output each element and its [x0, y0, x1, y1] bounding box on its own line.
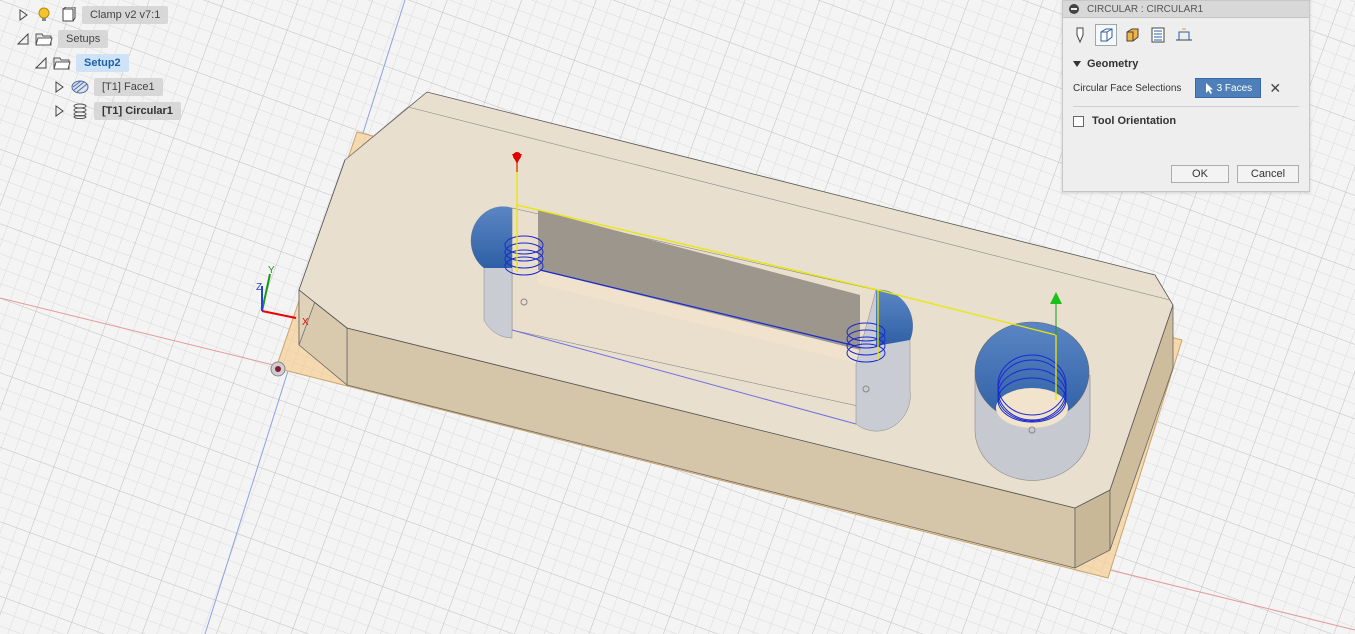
tree-row-setups[interactable]: Setups — [16, 28, 109, 50]
component-icon — [58, 6, 78, 24]
tree-row-circular1[interactable]: [T1] Circular1 — [52, 100, 181, 122]
dialog-button-row: OK Cancel — [1063, 165, 1309, 183]
lightbulb-icon[interactable] — [34, 6, 54, 24]
cancel-button[interactable]: Cancel — [1237, 165, 1299, 183]
passes-tab[interactable] — [1147, 24, 1169, 46]
linking-tab[interactable] — [1173, 24, 1195, 46]
heights-tab[interactable] — [1121, 24, 1143, 46]
tool-icon — [1076, 27, 1084, 43]
tree-label-setup2: Setup2 — [76, 54, 129, 72]
triad-y-label: Y — [268, 265, 275, 276]
expand-arrow-icon[interactable] — [16, 8, 30, 22]
triad-z-label: Z — [256, 282, 262, 293]
circular-operation-icon — [70, 102, 90, 120]
face-selection-button[interactable]: 3 Faces — [1195, 78, 1262, 98]
geometry-section-title: Geometry — [1087, 58, 1139, 70]
geometry-section-header[interactable]: Geometry — [1073, 58, 1309, 70]
dialog-title: CIRCULAR : CIRCULAR1 — [1087, 3, 1204, 15]
origin-point-icon[interactable] — [270, 361, 286, 377]
tree-label-setups: Setups — [58, 30, 109, 48]
tree-row-setup2[interactable]: Setup2 — [34, 52, 129, 74]
tree-row-face1[interactable]: [T1] Face1 — [52, 76, 163, 98]
circular-operation-dialog: CIRCULAR : CIRCULAR1 Geometry Circular F… — [1062, 0, 1310, 192]
ok-button[interactable]: OK — [1171, 165, 1229, 183]
circular-face-selection-row: Circular Face Selections 3 Faces ✕ — [1073, 78, 1309, 98]
tool-tab[interactable] — [1069, 24, 1091, 46]
collapse-dialog-icon[interactable] — [1069, 4, 1079, 14]
geometry-icon — [1100, 28, 1113, 42]
expand-arrow-icon[interactable] — [52, 80, 66, 94]
face-selection-value: 3 Faces — [1216, 82, 1253, 94]
heights-icon — [1126, 28, 1139, 42]
tree-label-circular1: [T1] Circular1 — [94, 102, 181, 120]
folder-open-icon — [34, 30, 54, 48]
folder-open-icon — [52, 54, 72, 72]
face-operation-icon — [70, 78, 90, 96]
collapse-arrow-icon[interactable] — [16, 32, 30, 46]
section-collapse-icon[interactable] — [1073, 61, 1081, 67]
expand-arrow-icon[interactable] — [52, 104, 66, 118]
cursor-arrow-icon — [1205, 82, 1213, 94]
tool-orientation-checkbox[interactable] — [1073, 115, 1084, 127]
tree-label-root: Clamp v2 v7:1 — [82, 6, 169, 24]
dialog-tab-strip — [1063, 18, 1309, 48]
clear-selection-icon[interactable]: ✕ — [1269, 81, 1281, 95]
section-divider — [1073, 106, 1299, 107]
dialog-title-bar[interactable]: CIRCULAR : CIRCULAR1 — [1063, 1, 1309, 18]
tool-orientation-row[interactable]: Tool Orientation — [1073, 115, 1309, 127]
tree-row-root[interactable]: Clamp v2 v7:1 — [16, 4, 169, 26]
passes-icon — [1151, 27, 1165, 43]
linking-icon — [1176, 28, 1192, 41]
collapse-arrow-icon[interactable] — [34, 56, 48, 70]
circular-face-selections-label: Circular Face Selections — [1073, 82, 1182, 94]
triad-x-label: X — [302, 317, 309, 328]
geometry-tab[interactable] — [1095, 24, 1117, 46]
right-bore-hole — [974, 321, 1091, 481]
tool-orientation-label: Tool Orientation — [1092, 115, 1177, 127]
tree-label-face1: [T1] Face1 — [94, 78, 163, 96]
